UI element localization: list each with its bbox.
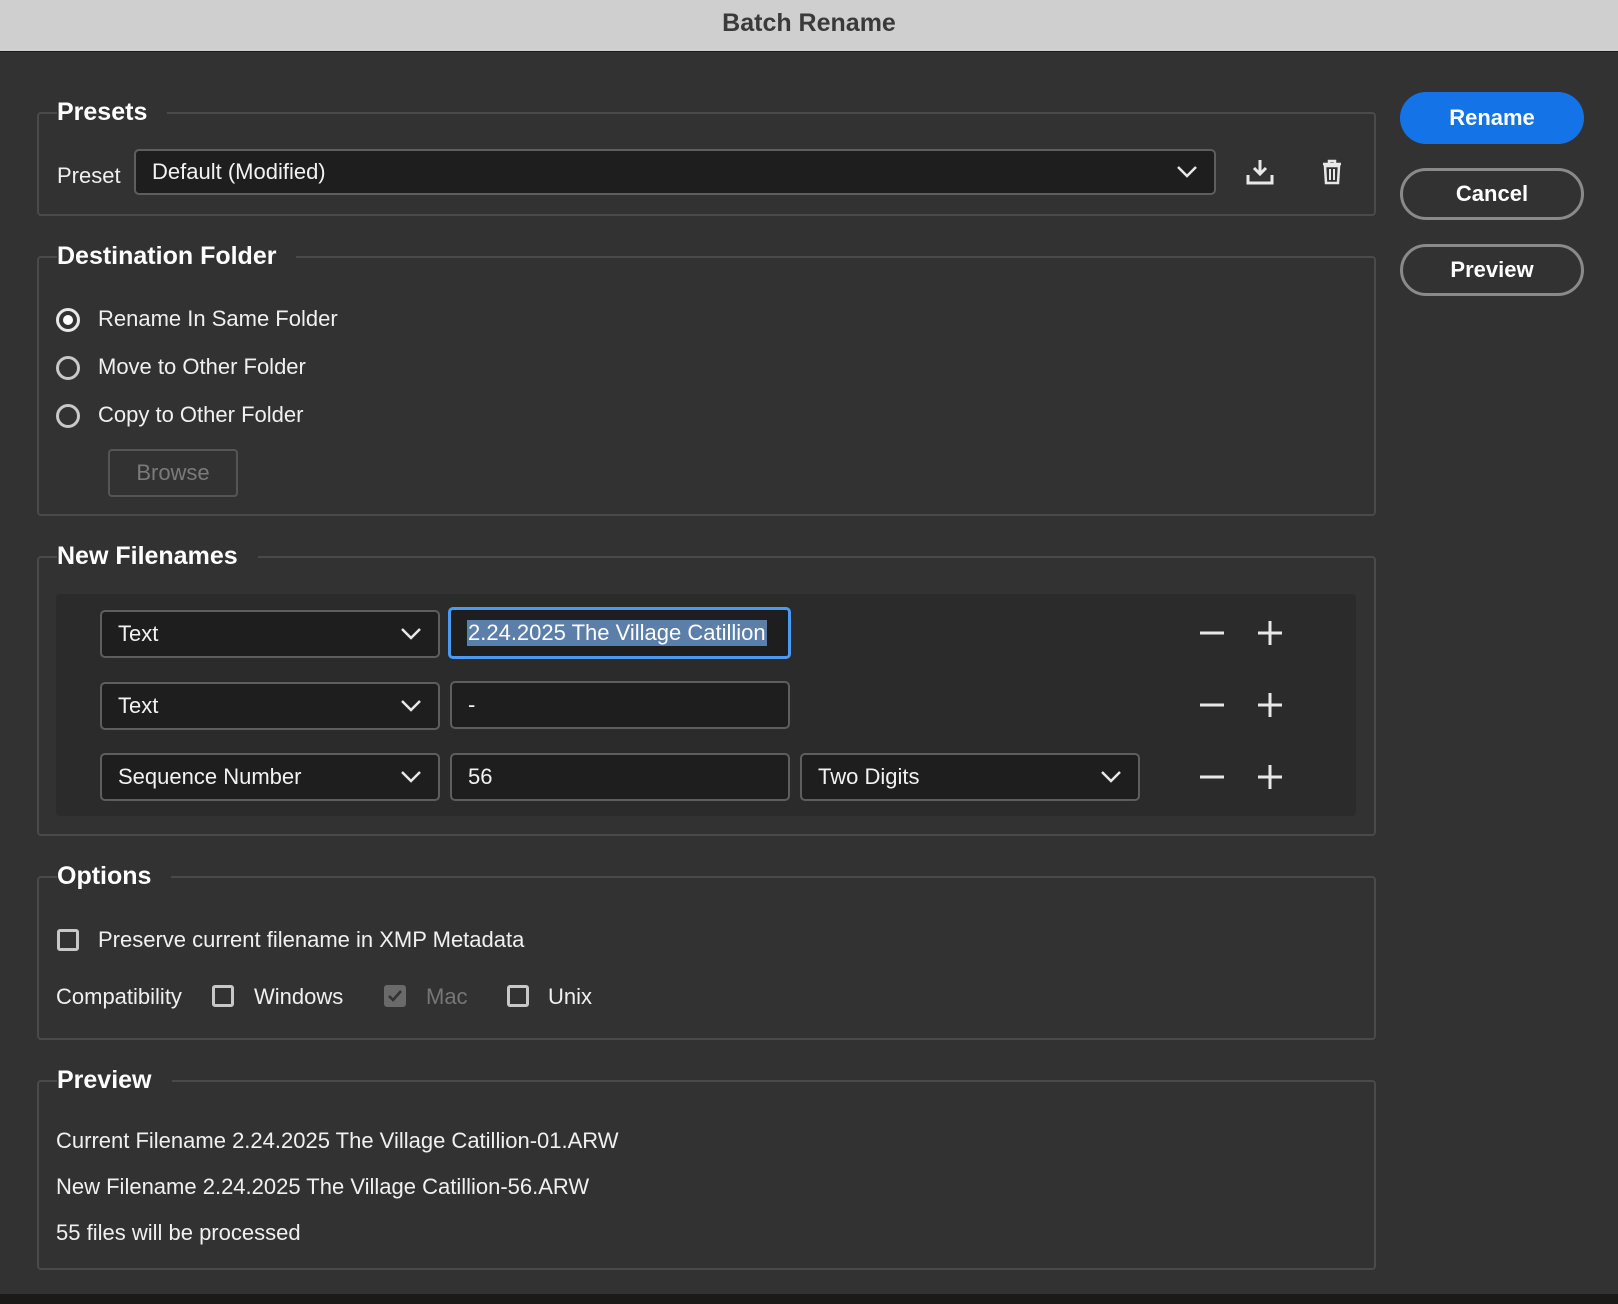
window-title: Batch Rename (0, 0, 1618, 52)
preset-label: Preset (57, 163, 121, 188)
filename-row-3-format-value: Two Digits (818, 764, 920, 789)
cancel-button[interactable]: Cancel (1400, 168, 1584, 220)
browse-button: Browse (108, 449, 238, 497)
options-legend: Options (57, 862, 152, 890)
filename-row-3-number[interactable]: 56 (450, 753, 790, 801)
plus-icon[interactable] (1255, 690, 1285, 720)
preview-new-filename: New Filename 2.24.2025 The Village Catil… (56, 1174, 590, 1199)
windows-label: Windows (254, 984, 344, 1009)
radio-label-move-other: Move to Other Folder (98, 354, 306, 379)
checkmark-icon (388, 990, 402, 1002)
preview-legend: Preview (57, 1066, 152, 1094)
presets-legend: Presets (57, 98, 148, 126)
unix-label: Unix (548, 984, 593, 1009)
filename-row-2-text[interactable]: - (450, 681, 790, 729)
radio-label-rename-same: Rename In Same Folder (98, 306, 338, 331)
preview-file-count: 55 files will be processed (56, 1220, 301, 1245)
preset-selected: Default (Modified) (152, 159, 326, 184)
radio-rename-same-folder[interactable] (56, 308, 80, 332)
preview-button[interactable]: Preview (1400, 244, 1584, 296)
radio-label-copy-other: Copy to Other Folder (98, 402, 304, 427)
filename-row-3-number-value: 56 (468, 764, 493, 789)
filename-row-1-text-value: 2.24.2025 The Village Catillion (467, 620, 767, 646)
radio-move-other-folder[interactable] (56, 356, 80, 380)
background-strip (0, 1294, 1618, 1304)
minus-icon[interactable] (1197, 618, 1227, 648)
filename-row-3-type[interactable]: Sequence Number (100, 753, 440, 801)
unix-checkbox[interactable] (507, 985, 529, 1007)
filename-row-2-type[interactable]: Text (100, 682, 440, 730)
mac-label: Mac (426, 984, 468, 1009)
chevron-down-icon (1101, 771, 1121, 783)
filename-row-3-type-value: Sequence Number (118, 764, 302, 789)
chevron-down-icon (401, 628, 421, 640)
chevron-down-icon (401, 700, 421, 712)
preview-current-filename: Current Filename 2.24.2025 The Village C… (56, 1128, 619, 1153)
rename-button[interactable]: Rename (1400, 92, 1584, 144)
compatibility-label: Compatibility (56, 984, 182, 1009)
filename-row-2-type-value: Text (118, 693, 159, 718)
preserve-filename-label: Preserve current filename in XMP Metadat… (98, 927, 525, 952)
filename-row-1-text[interactable]: 2.24.2025 The Village Catillion (448, 607, 791, 659)
minus-icon[interactable] (1197, 690, 1227, 720)
download-icon[interactable] (1245, 157, 1275, 187)
chevron-down-icon (1177, 166, 1197, 178)
trash-icon[interactable] (1317, 157, 1347, 187)
minus-icon[interactable] (1197, 762, 1227, 792)
plus-icon[interactable] (1255, 762, 1285, 792)
new-filenames-legend: New Filenames (57, 542, 238, 570)
chevron-down-icon (401, 771, 421, 783)
radio-copy-other-folder[interactable] (56, 404, 80, 428)
mac-checkbox (384, 985, 406, 1007)
destination-legend: Destination Folder (57, 242, 277, 270)
preset-dropdown[interactable]: Default (Modified) (134, 149, 1216, 195)
plus-icon[interactable] (1255, 618, 1285, 648)
windows-checkbox[interactable] (212, 985, 234, 1007)
filename-row-3-format[interactable]: Two Digits (800, 753, 1140, 801)
filename-row-1-type[interactable]: Text (100, 610, 440, 658)
filename-row-2-text-value: - (468, 692, 476, 717)
preserve-filename-checkbox[interactable] (57, 929, 79, 951)
filename-row-1-type-value: Text (118, 621, 159, 646)
